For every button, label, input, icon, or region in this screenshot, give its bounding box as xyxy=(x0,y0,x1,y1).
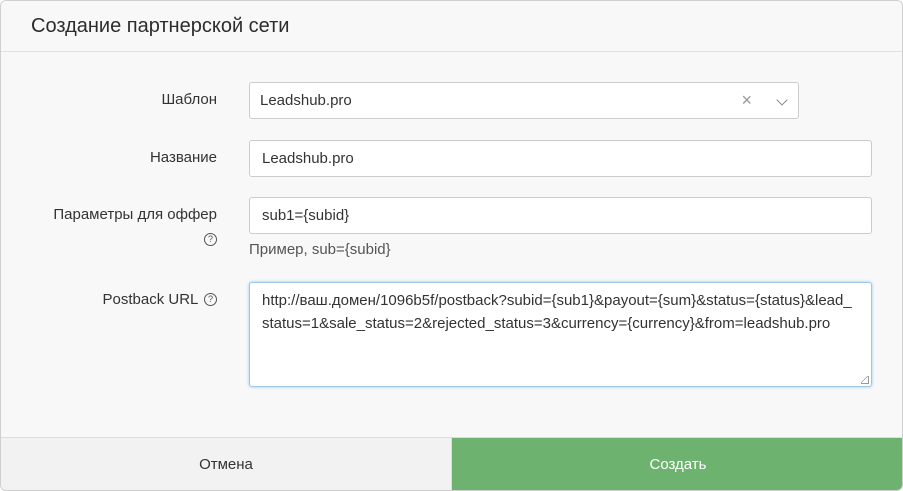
dialog-title: Создание партнерской сети xyxy=(31,15,290,37)
template-label: Шаблон xyxy=(161,91,217,108)
offer-params-value: sub1={subid} xyxy=(262,207,350,224)
postback-label-row: Postback URL ? xyxy=(102,291,217,309)
name-label: Название xyxy=(149,149,217,166)
offer-params-help[interactable]: ? xyxy=(202,231,217,249)
template-select[interactable]: Leadshub.pro × xyxy=(249,82,799,119)
dialog-footer: Отмена Создать xyxy=(1,437,902,490)
create-network-dialog: Создание партнерской сети Шаблон Leadshu… xyxy=(0,0,903,491)
postback-url-textarea[interactable]: http://ваш.домен/1096b5f/postback?subid=… xyxy=(249,282,872,387)
name-input[interactable]: Leadshub.pro xyxy=(249,140,872,177)
chevron-down-icon[interactable] xyxy=(776,94,788,106)
offer-params-input[interactable]: sub1={subid} xyxy=(249,197,872,234)
clear-icon[interactable]: × xyxy=(741,90,752,110)
offer-params-label: Параметры для оффер xyxy=(53,206,217,223)
cancel-button[interactable]: Отмена xyxy=(1,438,452,490)
help-icon[interactable]: ? xyxy=(204,292,217,306)
name-input-value: Leadshub.pro xyxy=(262,150,354,167)
dialog-header: Создание партнерской сети xyxy=(1,1,902,52)
create-button[interactable]: Создать xyxy=(452,438,902,490)
resize-handle[interactable] xyxy=(861,376,869,384)
postback-url-value: http://ваш.домен/1096b5f/postback?subid=… xyxy=(262,292,852,332)
offer-params-hint: Пример, sub={subid} xyxy=(249,241,391,258)
help-icon[interactable]: ? xyxy=(204,232,217,246)
postback-label: Postback URL xyxy=(102,291,198,308)
template-select-value: Leadshub.pro xyxy=(260,92,352,109)
